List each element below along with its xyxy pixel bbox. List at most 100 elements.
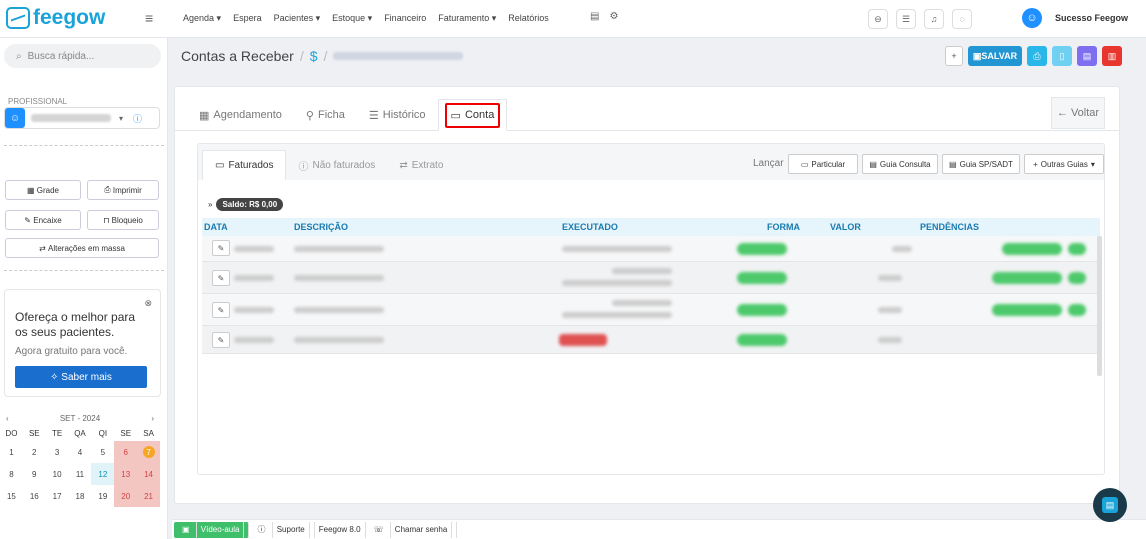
bloqueio-button[interactable]: ⊓ Bloqueio (87, 210, 159, 230)
user-avatar[interactable]: ☺ (1022, 8, 1042, 28)
edit-icon[interactable]: ✎ (212, 302, 230, 318)
user-icon: ☺ (5, 108, 25, 128)
back-label: Voltar (1070, 107, 1100, 119)
edit-icon[interactable]: ✎ (212, 240, 230, 256)
calendar-day[interactable]: 6 (114, 441, 138, 463)
next-month-icon[interactable]: › (151, 414, 154, 423)
bell-icon: ☏ (370, 521, 391, 538)
call-password-button[interactable]: ☏ Chamar senha (366, 521, 458, 538)
professional-select[interactable]: ☺ ▾ ⓘ (4, 107, 160, 129)
balance: » Saldo: R$ 0,00 (208, 198, 284, 211)
tab-conta-label: Conta (464, 109, 495, 121)
back-button[interactable]: ← Voltar (1051, 97, 1105, 129)
calendar-day[interactable]: 9 (23, 463, 46, 485)
nav-faturamento[interactable]: Faturamento ▾ (438, 13, 496, 24)
subtab-faturados-label: Faturados (228, 160, 274, 171)
add-button[interactable]: + (945, 46, 963, 66)
user-name[interactable]: Sucesso Feegow (1055, 13, 1128, 23)
info-icon[interactable]: ⓘ (133, 112, 142, 125)
nav-estoque[interactable]: Estoque ▾ (332, 13, 372, 24)
calendar-day[interactable]: 10 (46, 463, 69, 485)
tab-historico[interactable]: ☰ Histórico (357, 99, 438, 131)
weekday: SA (143, 428, 154, 438)
nav-relatorios[interactable]: Relatórios (508, 13, 549, 24)
guia-consulta-button[interactable]: ▤ Guia Consulta (862, 154, 938, 174)
edit-icon[interactable]: ✎ (212, 332, 230, 348)
save-button[interactable]: ▣ SALVAR (968, 46, 1022, 66)
menu-icon[interactable]: ≡ (145, 10, 153, 26)
professional-name-blurred (31, 114, 111, 122)
file-icon[interactable]: ▯ (1052, 46, 1072, 66)
grade-button[interactable]: ▦ Grade (5, 180, 81, 200)
encaixe-button[interactable]: ✎ Encaixe (5, 210, 81, 230)
chat-widget[interactable]: ▤ (1093, 488, 1127, 522)
subtab-faturados[interactable]: ▭ Faturados (202, 150, 287, 180)
calendar-day[interactable]: 2 (23, 441, 46, 463)
calendar-day[interactable]: 18 (69, 485, 92, 507)
gear-icon[interactable]: ⚙ (609, 11, 618, 22)
tab-historico-label: Histórico (382, 109, 426, 121)
database-icon[interactable]: ▤ (590, 11, 599, 22)
calendar-day[interactable]: 15 (0, 485, 23, 507)
nav-espera[interactable]: Espera (233, 13, 262, 24)
particular-button[interactable]: ▭ Particular (788, 154, 858, 174)
feegow-logo[interactable]: feegow (6, 6, 105, 30)
calendar-day[interactable]: 11 (69, 463, 92, 485)
bulk-changes-button[interactable]: ⇄ Alterações em massa (5, 238, 159, 258)
calendar-day[interactable]: 14 (137, 463, 160, 485)
receipt-icon[interactable]: ▤ (1077, 46, 1097, 66)
nav-pacientes[interactable]: Pacientes ▾ (274, 13, 321, 24)
guia-sadt-button[interactable]: ▤ Guia SP/SADT (942, 154, 1020, 174)
calendar-day[interactable]: 21 (137, 485, 160, 507)
calendar-day-today[interactable]: 12 (91, 463, 115, 485)
delete-icon[interactable]: ▥ (1102, 46, 1122, 66)
outras-guias-dropdown[interactable]: + Outras Guias ▾ (1024, 154, 1104, 174)
calendar-day[interactable]: 5 (91, 441, 114, 463)
calendar-day[interactable]: 16 (23, 485, 46, 507)
calendar-day[interactable]: 13 (114, 463, 138, 485)
saber-mais-button[interactable]: ✧ Saber mais (15, 366, 147, 388)
search-placeholder: Busca rápida... (27, 50, 95, 62)
particular-label: Particular (811, 159, 846, 169)
tab-conta[interactable]: ▭ Conta (437, 99, 508, 131)
page-title-text: Contas a Receber (181, 48, 294, 64)
close-icon[interactable]: ⊗ (144, 298, 152, 309)
quick-search[interactable]: ⌕ Busca rápida... (4, 44, 161, 68)
col-executado: EXECUTADO (562, 222, 618, 232)
print-button[interactable]: ⎙ Imprimir (87, 180, 159, 200)
lancar-label: Lançar (753, 158, 784, 169)
tab-ficha[interactable]: ⚲ Ficha (294, 99, 357, 131)
print-icon[interactable]: ⎙ (1027, 46, 1047, 66)
subtab-nao-faturados[interactable]: ⓘ Não faturados (286, 150, 387, 180)
calendar-day[interactable]: 1 (0, 441, 23, 463)
guia-consulta-label: Guia Consulta (879, 159, 931, 169)
calendar-day[interactable]: 17 (46, 485, 69, 507)
tab-agendamento[interactable]: ▦ Agendamento (187, 99, 294, 131)
edit-icon[interactable]: ✎ (212, 270, 230, 286)
chevron-right-icon[interactable]: » (208, 200, 212, 209)
nav-financeiro[interactable]: Financeiro (384, 13, 426, 24)
table-row: ✎ (202, 326, 1100, 354)
card-icon: ▤ (949, 159, 957, 169)
promo-title: Ofereça o melhor para os seus pacientes. (15, 310, 136, 339)
video-aula-button[interactable]: ▣ Vídeo-aula (174, 521, 250, 538)
calendar-week: 15 16 17 18 19 20 21 (0, 485, 160, 507)
calendar-day[interactable]: 19 (91, 485, 114, 507)
patient-name-blurred (333, 52, 464, 60)
calendar-day[interactable]: 20 (114, 485, 138, 507)
support-button[interactable]: ⓘ Suporte (249, 521, 315, 538)
calendar-day[interactable]: 8 (0, 463, 23, 485)
bell-icon[interactable]: ♫ (924, 9, 944, 29)
prev-month-icon[interactable]: ‹ (6, 414, 9, 423)
inbox-icon[interactable]: ⊖ (868, 9, 888, 29)
subtab-extrato[interactable]: ⇄ Extrato (387, 150, 455, 180)
calendar-day[interactable]: 3 (46, 441, 69, 463)
list-icon[interactable]: ☰ (896, 9, 916, 29)
nav-agenda[interactable]: Agenda ▾ (183, 13, 221, 24)
calendar-day[interactable]: 4 (69, 441, 92, 463)
weekday: TE (52, 428, 63, 438)
list-icon: ☰ (368, 109, 379, 122)
calendar-day-selected[interactable]: 7 (137, 441, 160, 463)
table-scrollbar[interactable] (1097, 236, 1102, 376)
chat-icon[interactable]: ◌ (952, 9, 972, 29)
